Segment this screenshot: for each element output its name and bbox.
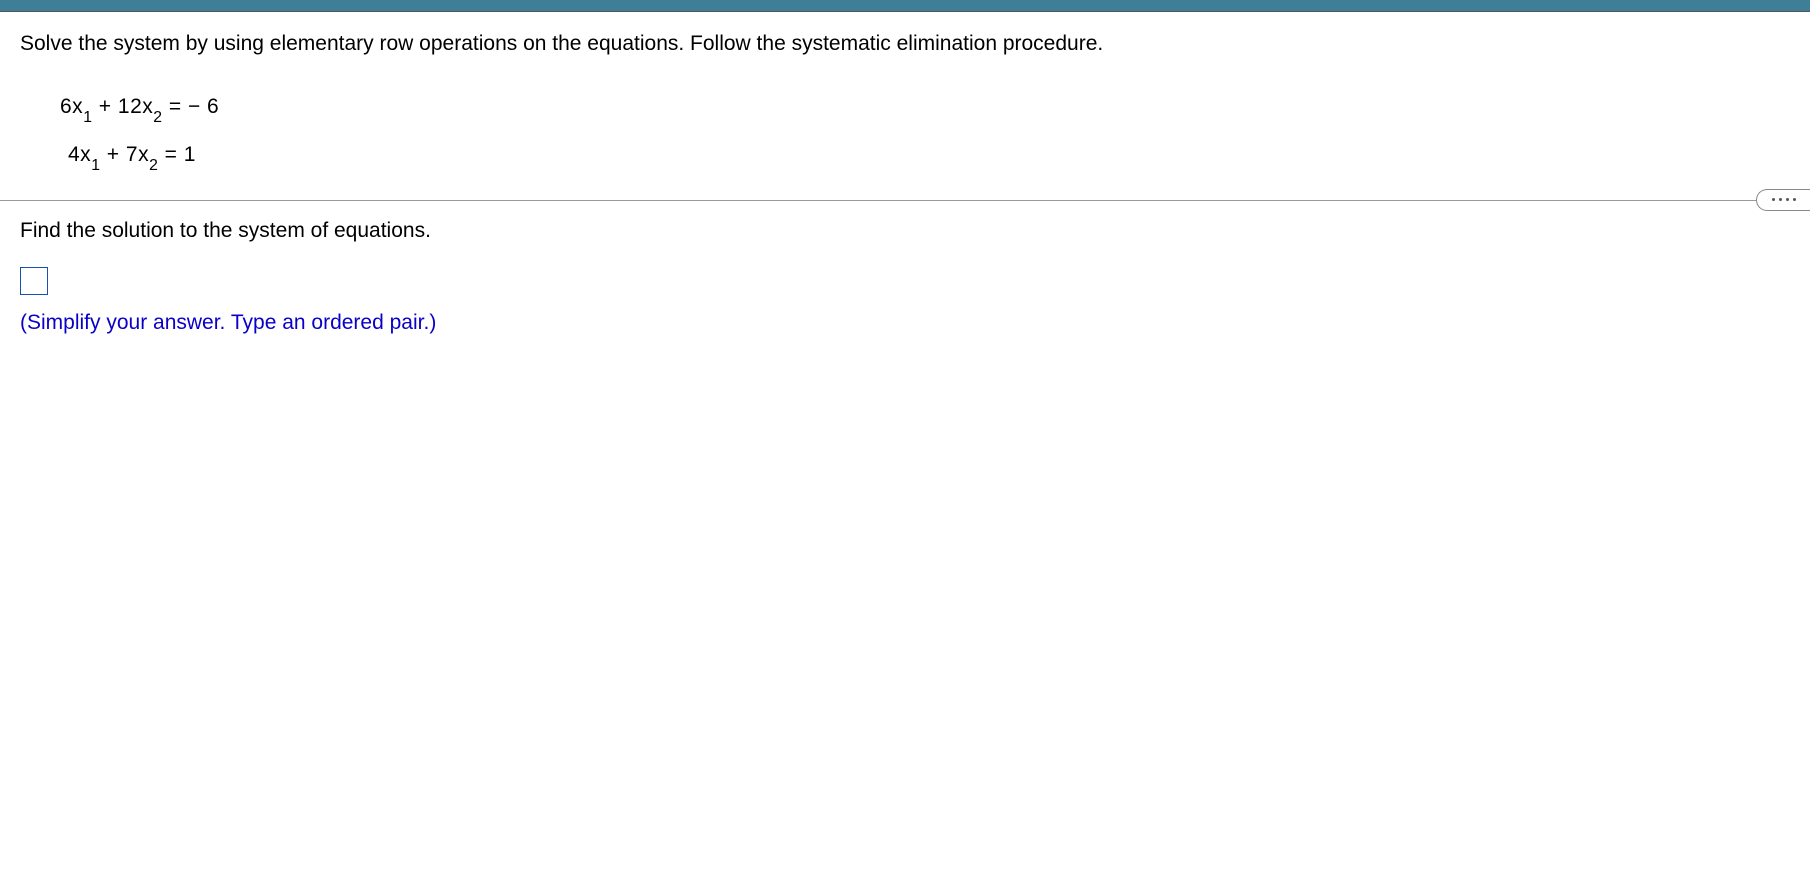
- question-instruction: Solve the system by using elementary row…: [20, 32, 1790, 56]
- eq2-term2-sub: 2: [149, 157, 158, 174]
- more-options-toggle[interactable]: [1756, 189, 1810, 211]
- ellipsis-icon: [1772, 198, 1796, 201]
- eq1-term1-sub: 1: [83, 109, 92, 126]
- eq2-plus: +: [100, 143, 125, 166]
- eq1-term2-coef: 12x: [118, 95, 153, 118]
- eq1-term2-sub: 2: [153, 109, 162, 126]
- answer-prompt: Find the solution to the system of equat…: [20, 219, 1790, 243]
- eq2-term2-coef: 7x: [126, 143, 149, 166]
- question-content: Solve the system by using elementary row…: [0, 12, 1810, 335]
- eq2-term1-sub: 1: [91, 157, 100, 174]
- system-of-equations: 6x1 + 12x2 = − 6 4x1 + 7x2 = 1: [60, 84, 1790, 180]
- eq1-plus: +: [92, 95, 117, 118]
- answer-format-hint: (Simplify your answer. Type an ordered p…: [20, 311, 1790, 335]
- equation-2: 4x1 + 7x2 = 1: [60, 132, 1790, 180]
- eq2-rhs: = 1: [158, 143, 196, 166]
- eq2-term1-coef: 4x: [68, 143, 91, 166]
- top-accent-bar: [0, 0, 1810, 12]
- section-divider: [0, 200, 1810, 201]
- eq1-rhs: = − 6: [163, 95, 220, 118]
- answer-input[interactable]: [20, 267, 48, 295]
- section-divider-wrap: [20, 200, 1790, 201]
- equation-1: 6x1 + 12x2 = − 6: [60, 84, 1790, 132]
- eq1-term1-coef: 6x: [60, 95, 83, 118]
